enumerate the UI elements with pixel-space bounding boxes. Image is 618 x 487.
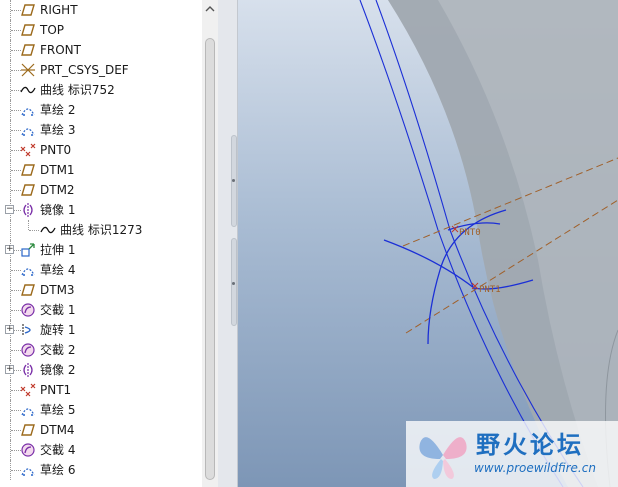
datum-plane-icon <box>20 22 36 38</box>
tree-item[interactable]: DTM4 <box>0 420 202 440</box>
tree-item-label: 曲线 标识752 <box>40 83 115 97</box>
extrude-icon <box>20 242 36 258</box>
tree-item[interactable]: 交截 4 <box>0 440 202 460</box>
point-label-pnt0[interactable]: PNT0 <box>459 228 481 238</box>
datum-plane-icon <box>20 42 36 58</box>
tree-item-label: RIGHT <box>40 3 78 17</box>
mirror-icon <box>20 362 36 378</box>
splitter-handle-bottom[interactable] <box>231 238 237 326</box>
tree-item-label: 镜像 1 <box>40 203 76 217</box>
tree-item-label: PRT_CSYS_DEF <box>40 63 129 77</box>
tree-item-label: PNT0 <box>40 143 72 157</box>
tree-item-label: 草绘 4 <box>40 263 76 277</box>
datum-plane-icon <box>20 182 36 198</box>
tree-item[interactable]: + 旋转 1 <box>0 320 202 340</box>
datum-plane-icon <box>20 282 36 298</box>
tree-item-label: TOP <box>40 23 65 37</box>
tree-item[interactable]: 草绘 5 <box>0 400 202 420</box>
tree-item-label: 曲线 标识1273 <box>60 223 143 237</box>
grip-dot <box>232 179 235 182</box>
tree-item-label: DTM2 <box>40 183 75 197</box>
curve-icon <box>20 82 36 98</box>
tree-item-label: 草绘 3 <box>40 123 76 137</box>
tree-item[interactable]: 交截 2 <box>0 340 202 360</box>
tree-item-label: 草绘 6 <box>40 463 76 477</box>
curve-icon <box>40 222 56 238</box>
datum-plane-icon <box>20 422 36 438</box>
expand-toggle[interactable]: + <box>5 245 14 254</box>
tree-scrollbar[interactable] <box>202 0 218 487</box>
tree-item-label: FRONT <box>40 43 81 57</box>
tree-item[interactable]: 草绘 6 <box>0 460 202 480</box>
tree-item-label: DTM1 <box>40 163 75 177</box>
collapse-toggle[interactable]: − <box>5 205 14 214</box>
tree-item-label: 旋转 1 <box>40 323 76 337</box>
revolve-icon <box>20 322 36 338</box>
datum-point-icon <box>20 142 36 158</box>
tree-item[interactable]: 曲线 标识1273 <box>0 220 202 240</box>
sketch-icon <box>20 102 36 118</box>
intersect-icon <box>20 342 36 358</box>
datum-plane-icon <box>20 162 36 178</box>
chevron-up-icon <box>205 6 215 12</box>
tree-item-label: 交截 4 <box>40 443 76 457</box>
sketch-icon <box>20 262 36 278</box>
tree-item[interactable]: 曲线 标识752 <box>0 80 202 100</box>
tree-item[interactable]: RIGHT <box>0 0 202 20</box>
mirror-icon <box>20 202 36 218</box>
forum-watermark: 野火论坛 www.proewildfire.cn <box>406 421 618 487</box>
csys-icon <box>20 62 36 78</box>
sketch-icon <box>20 122 36 138</box>
tree-item[interactable]: 草绘 3 <box>0 120 202 140</box>
tree-item[interactable]: 草绘 2 <box>0 100 202 120</box>
intersect-icon <box>20 442 36 458</box>
datum-plane-icon <box>20 2 36 18</box>
sketch-icon <box>20 402 36 418</box>
model-tree: RIGHT TOP FRONT PRT_CSYS_DEF 曲线 标识752 草绘 2 草绘 … <box>0 0 202 480</box>
tree-item-label: 草绘 2 <box>40 103 76 117</box>
tree-item[interactable]: 草绘 4 <box>0 260 202 280</box>
tree-item-label: DTM4 <box>40 423 75 437</box>
tree-item-label: 草绘 5 <box>40 403 76 417</box>
intersect-icon <box>20 302 36 318</box>
grip-dot <box>232 282 235 285</box>
tree-item-label: 拉伸 1 <box>40 243 76 257</box>
tree-item-label: 交截 1 <box>40 303 76 317</box>
scroll-up-arrow[interactable] <box>202 0 218 17</box>
tree-item-label: 交截 2 <box>40 343 76 357</box>
sketch-icon <box>20 462 36 478</box>
watermark-title: 野火论坛 <box>476 431 584 459</box>
expand-toggle[interactable]: + <box>5 365 14 374</box>
tree-item[interactable]: FRONT <box>0 40 202 60</box>
tree-item[interactable]: TOP <box>0 20 202 40</box>
tree-item[interactable]: PNT0 <box>0 140 202 160</box>
watermark-url: www.proewildfire.cn <box>474 461 596 475</box>
tree-item[interactable]: DTM2 <box>0 180 202 200</box>
tree-item-label: DTM3 <box>40 283 75 297</box>
tree-item[interactable]: PRT_CSYS_DEF <box>0 60 202 80</box>
tree-item[interactable]: DTM3 <box>0 280 202 300</box>
model-tree-panel: RIGHT TOP FRONT PRT_CSYS_DEF 曲线 标识752 草绘 2 草绘 … <box>0 0 219 487</box>
tree-item[interactable]: 交截 1 <box>0 300 202 320</box>
tree-item-label: PNT1 <box>40 383 72 397</box>
point-label-pnt1[interactable]: PNT1 <box>479 285 501 295</box>
tree-item[interactable]: PNT1 <box>0 380 202 400</box>
datum-point-icon <box>20 382 36 398</box>
tree-item[interactable]: + 拉伸 1 <box>0 240 202 260</box>
tree-item-label: 镜像 2 <box>40 363 76 377</box>
tree-guide-line <box>10 220 11 240</box>
tree-guide-line <box>28 220 29 230</box>
tree-item[interactable]: DTM1 <box>0 160 202 180</box>
model-geometry: PNT0 PNT1 <box>359 0 618 487</box>
scroll-thumb[interactable] <box>205 38 215 480</box>
tree-item[interactable]: − 镜像 1 <box>0 200 202 220</box>
butterfly-logo-icon <box>419 437 467 479</box>
tree-guide-line <box>29 230 39 231</box>
splitter-handle-top[interactable] <box>231 135 237 227</box>
expand-toggle[interactable]: + <box>5 325 14 334</box>
graphics-viewport[interactable]: PNT0 PNT1 <box>238 0 618 487</box>
tree-item[interactable]: + 镜像 2 <box>0 360 202 380</box>
